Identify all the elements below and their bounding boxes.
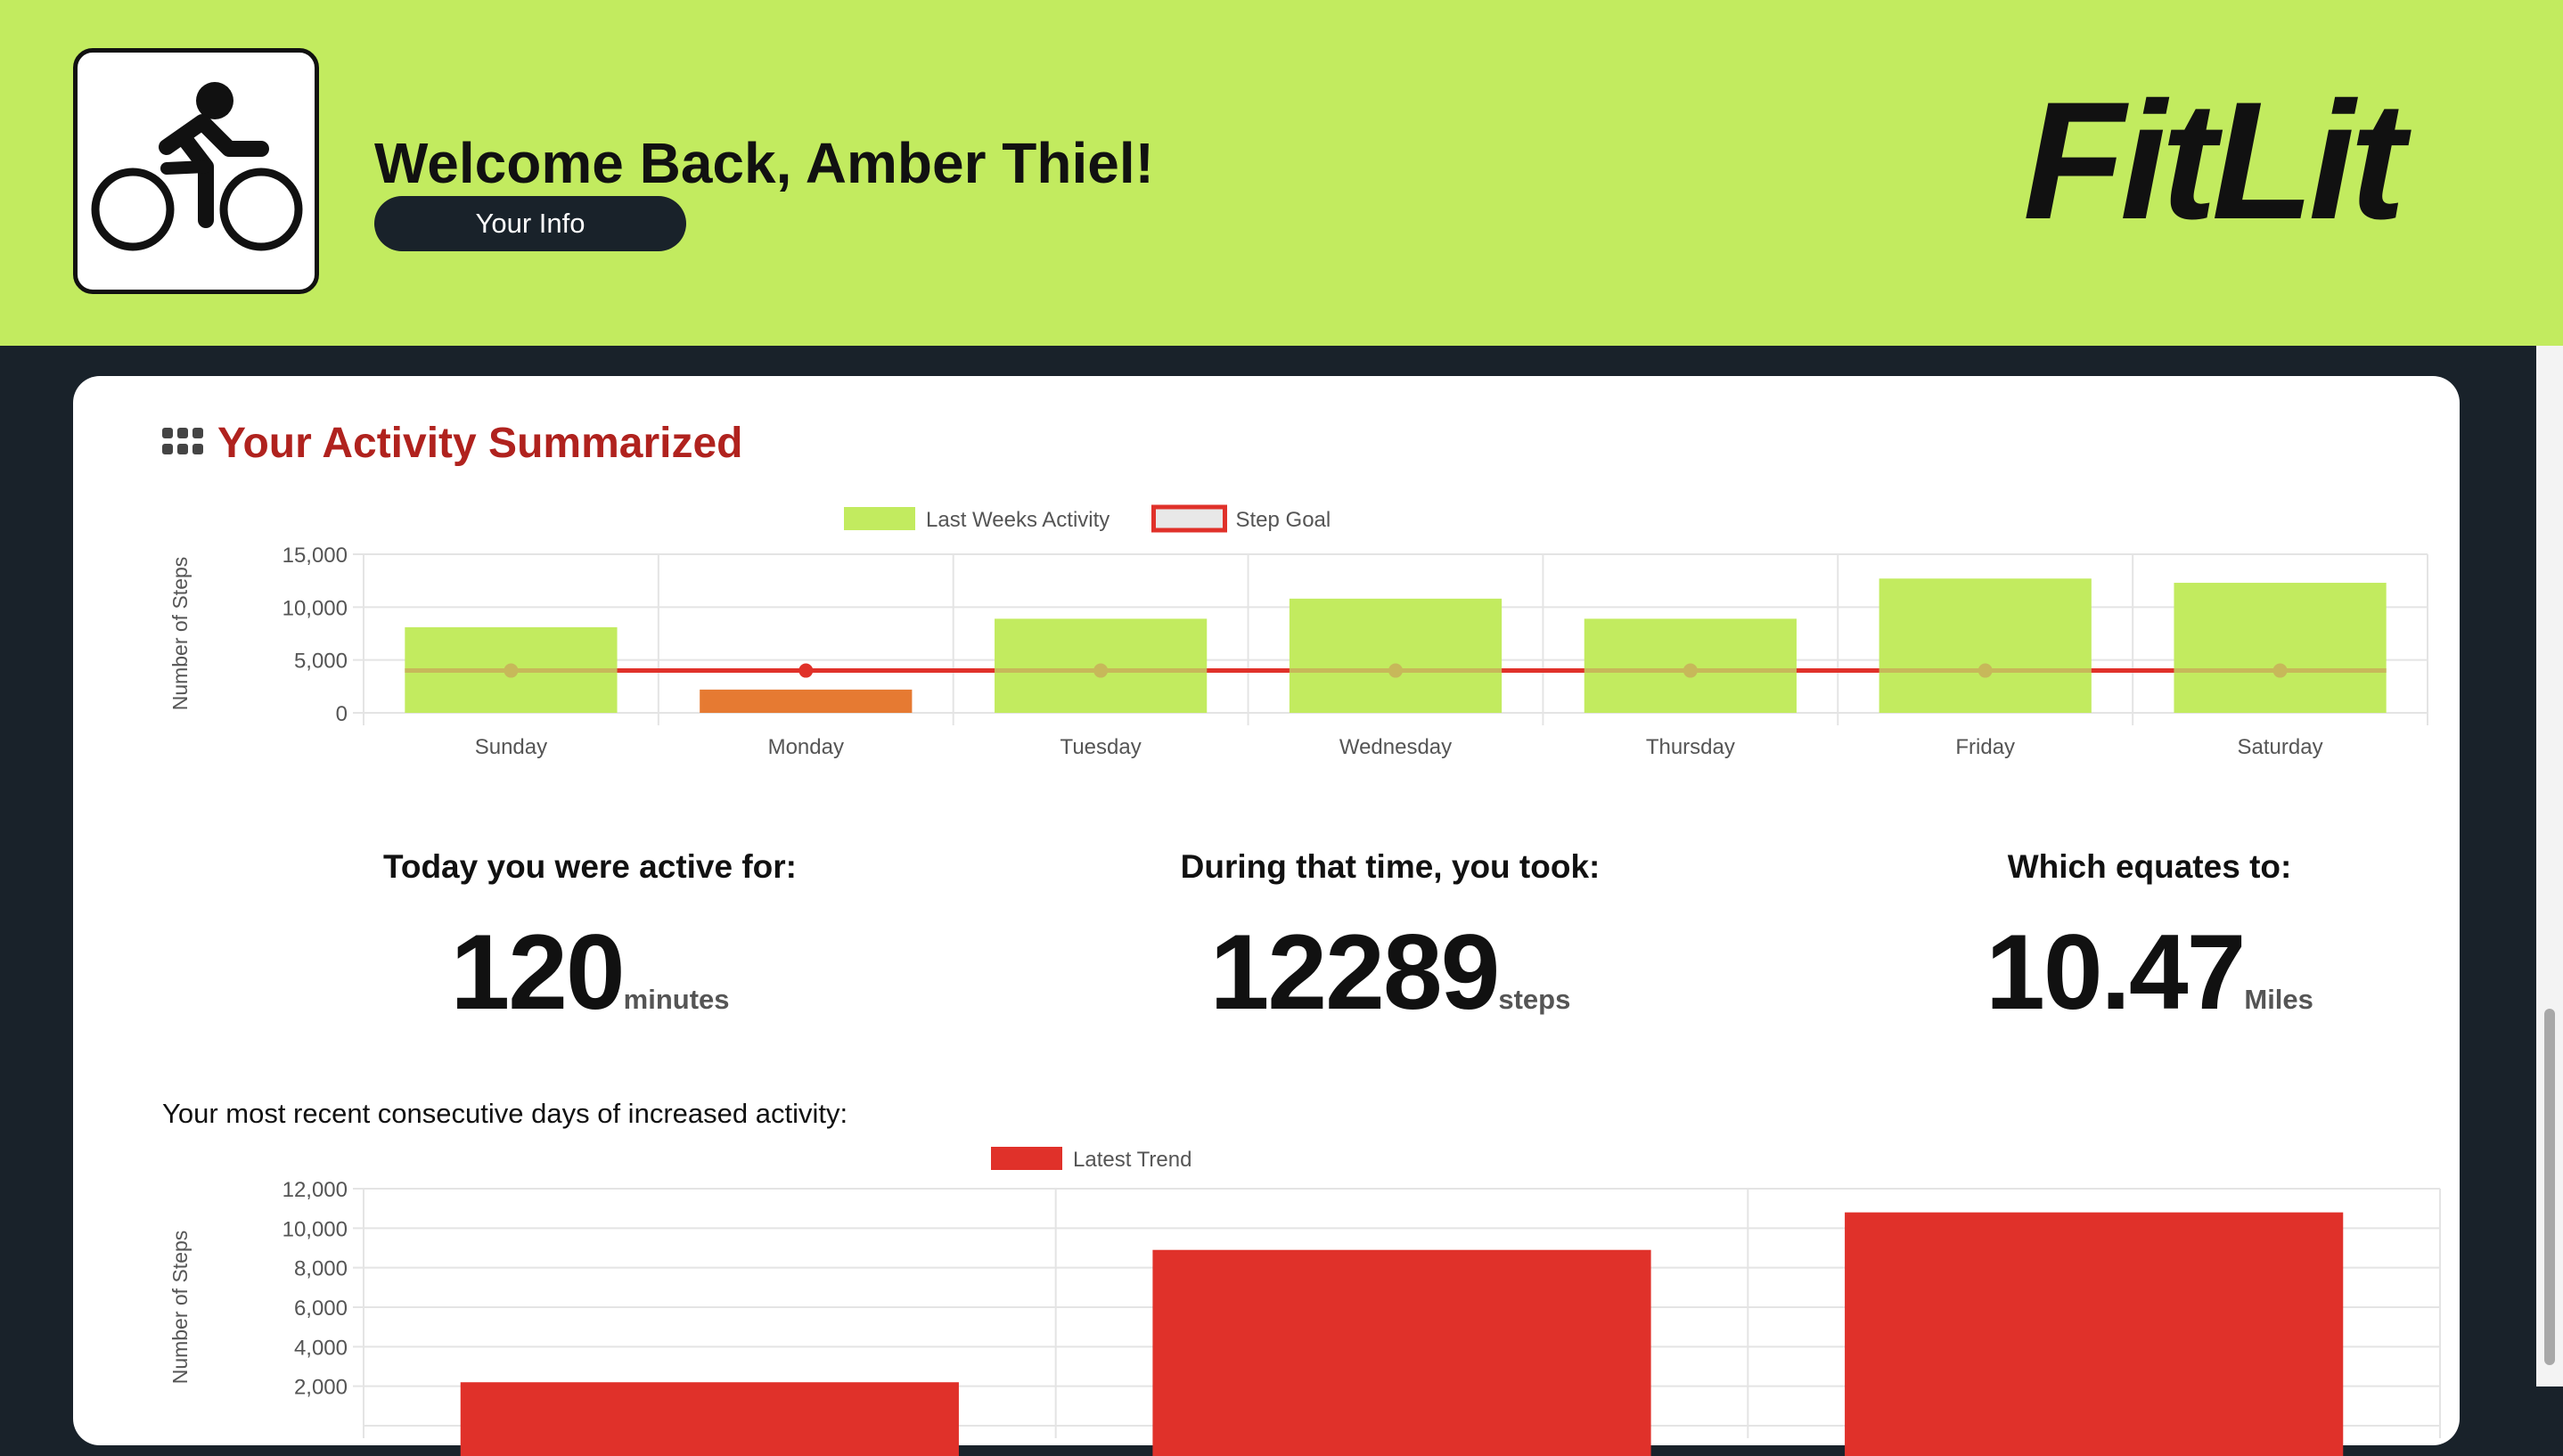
y-axis-label: Number of Steps <box>168 557 192 711</box>
active-time-value: 120 <box>450 912 625 1032</box>
x-tick-label: Saturday <box>2238 735 2323 759</box>
brand-logo: FitLit <box>2023 67 2405 254</box>
bar-saturday <box>2174 583 2387 713</box>
active-time-unit: minutes <box>623 984 730 1015</box>
steps-stat: During that time, you took: 12289steps <box>1060 848 1720 1034</box>
x-tick-label: Wednesday <box>1339 735 1452 759</box>
legend-swatch <box>1151 504 1227 533</box>
scrollbar[interactable] <box>2536 346 2563 1386</box>
trend-bar <box>1845 1212 2344 1456</box>
distance-stat: Which equates to: 10.47Miles <box>1820 848 2479 1034</box>
your-info-button[interactable]: Your Info <box>374 196 686 251</box>
y-tick-label: 8,000 <box>294 1257 348 1281</box>
activity-card: Your Activity Summarized 0 5,000 10,000 15,… <box>73 376 2460 1456</box>
trend-bar <box>1152 1249 1651 1456</box>
scrollbar-thumb[interactable] <box>2544 1009 2555 1365</box>
legend-swatch <box>844 507 915 530</box>
active-time-stat: Today you were active for: 120minutes <box>260 848 920 1034</box>
y-tick-label: 10,000 <box>283 1217 348 1241</box>
y-tick-label: 4,000 <box>294 1336 348 1360</box>
step-goal-point <box>1388 663 1403 678</box>
consecutive-days-label: Your most recent consecutive days of inc… <box>162 1098 848 1129</box>
step-goal-point <box>1978 663 1993 678</box>
logo <box>73 48 319 294</box>
x-tick-label: Monday <box>768 735 844 759</box>
legend-label: Latest Trend <box>1073 1148 1191 1172</box>
header: Welcome Back, Amber Thiel! Your Info Fit… <box>0 0 2563 346</box>
latest-trend-chart: 2,000 4,000 6,000 8,000 10,000 12,000 Number o… <box>168 1147 2441 1456</box>
bar-friday <box>1879 578 2092 713</box>
y-tick-label: 10,000 <box>283 596 348 620</box>
y-tick-label: 5,000 <box>294 650 348 674</box>
welcome-heading: Welcome Back, Amber Thiel! <box>374 131 1154 195</box>
x-tick-label: Friday <box>1955 735 2015 759</box>
y-axis-label: Number of Steps <box>168 1231 192 1385</box>
bar-monday <box>700 689 913 713</box>
steps-value: 12289 <box>1209 912 1501 1032</box>
step-goal-point <box>1683 663 1698 678</box>
x-tick-label: Tuesday <box>1060 735 1142 759</box>
steps-label: During that time, you took: <box>1180 848 1601 885</box>
distance-unit: Miles <box>2244 984 2313 1015</box>
weekly-activity-chart: 0 5,000 10,000 15,000 Number of Steps Last We… <box>168 504 2428 759</box>
y-tick-label: 6,000 <box>294 1296 348 1321</box>
cyclist-icon <box>91 82 303 251</box>
step-goal-point <box>1093 663 1109 678</box>
step-goal-point <box>2272 663 2288 678</box>
legend-label: Step Goal <box>1236 508 1331 532</box>
y-tick-label: 12,000 <box>283 1178 348 1202</box>
section-title: Your Activity Summarized <box>217 420 743 467</box>
trend-bar <box>460 1382 959 1456</box>
x-tick-label: Sunday <box>475 735 547 759</box>
step-goal-point <box>504 663 519 678</box>
step-goal-point <box>798 663 814 678</box>
distance-label: Which equates to: <box>2007 848 2292 885</box>
x-tick-label: Thursday <box>1646 735 1735 759</box>
active-time-label: Today you were active for: <box>383 848 797 885</box>
legend-swatch <box>991 1147 1062 1170</box>
legend-label: Last Weeks Activity <box>926 508 1110 532</box>
bar-wednesday <box>1289 598 1503 713</box>
y-tick-label: 15,000 <box>283 544 348 568</box>
steps-unit: steps <box>1498 984 1571 1015</box>
y-tick-label: 0 <box>336 702 348 726</box>
grid-icon <box>162 428 203 454</box>
distance-value: 10.47 <box>1986 912 2246 1032</box>
y-tick-label: 2,000 <box>294 1376 348 1400</box>
